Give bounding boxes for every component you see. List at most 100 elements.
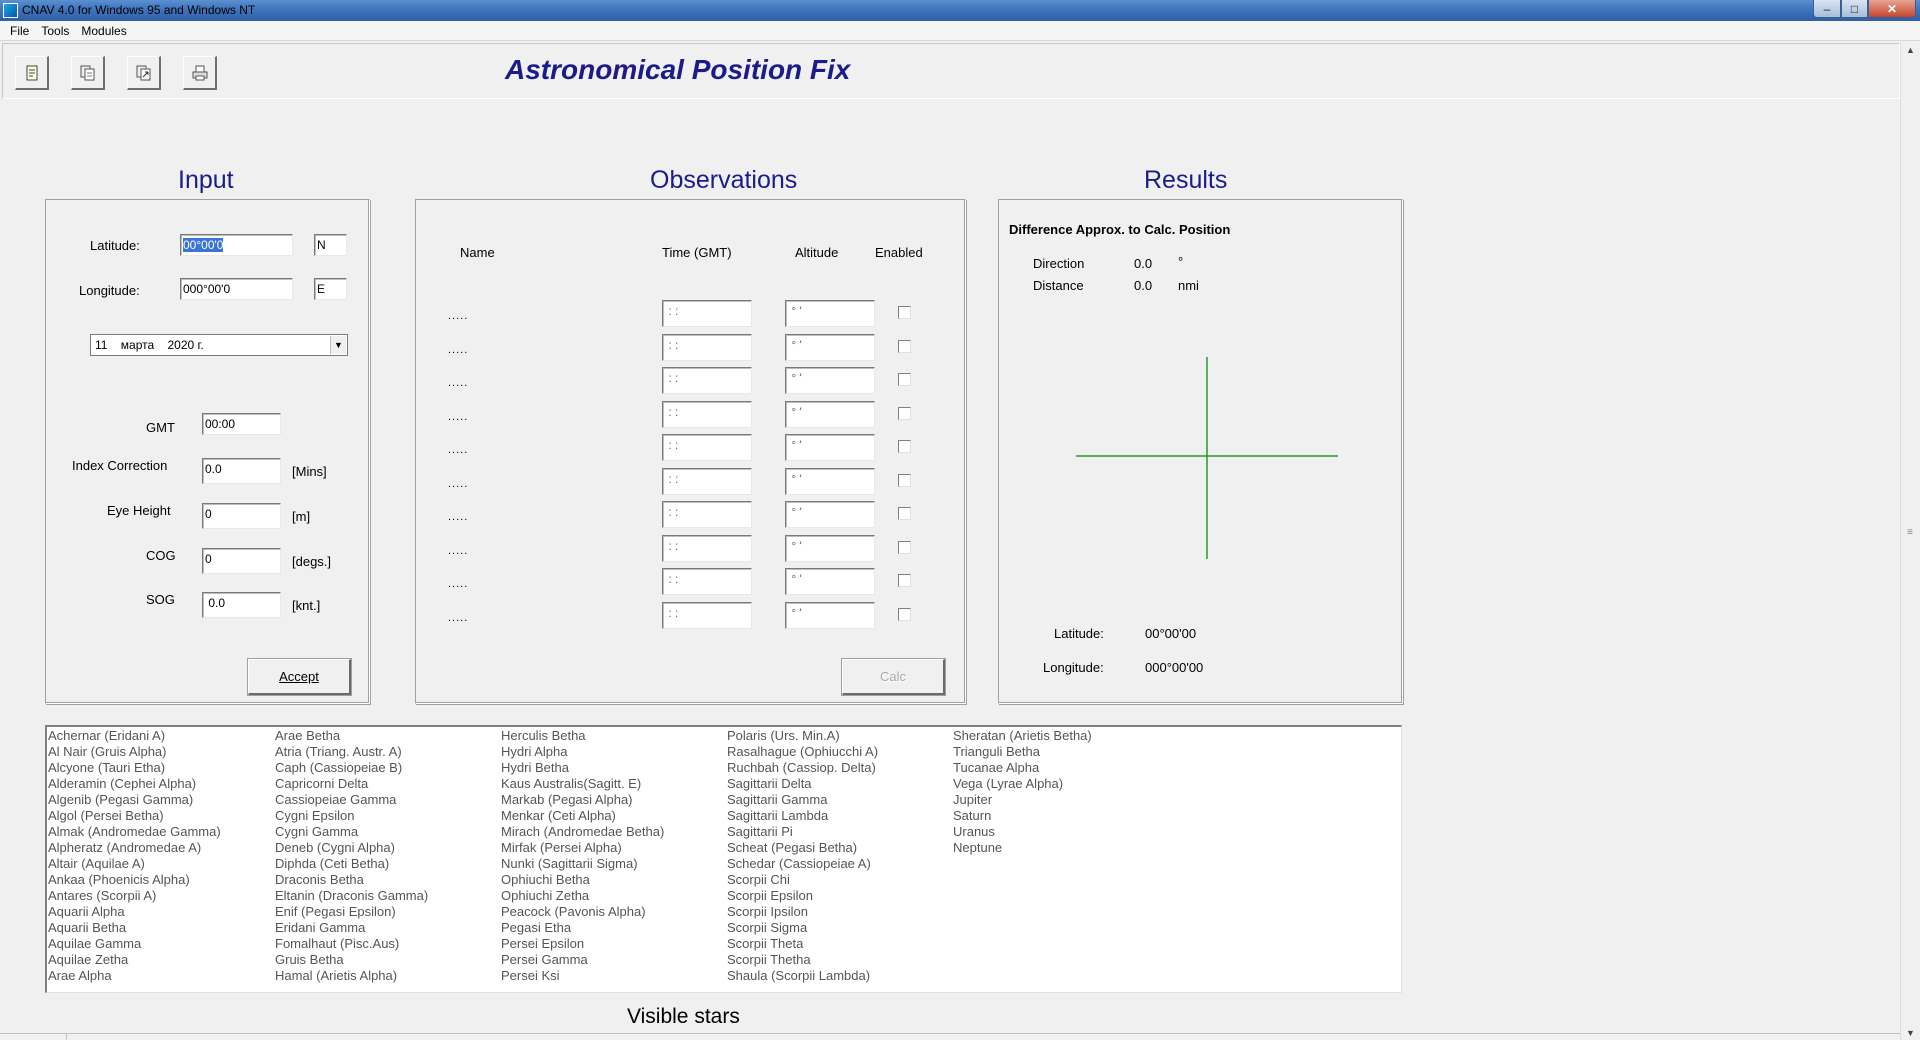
- star-list-item[interactable]: Trianguli Betha: [953, 744, 1092, 760]
- longitude-input[interactable]: 000°00'0: [180, 278, 293, 300]
- star-list-item[interactable]: Persei Ksi: [501, 968, 664, 984]
- observation-time-input[interactable]: : :: [662, 534, 752, 562]
- star-list-item[interactable]: Aquarii Betha: [48, 920, 221, 936]
- star-list-item[interactable]: Arae Alpha: [48, 968, 221, 984]
- star-list-item[interactable]: Cygni Epsilon: [275, 808, 428, 824]
- observation-time-input[interactable]: : :: [662, 434, 752, 461]
- observation-time-input[interactable]: : :: [662, 568, 752, 595]
- star-list-item[interactable]: Sagittarii Lambda: [727, 808, 878, 824]
- observation-enabled-checkbox[interactable]: [898, 373, 911, 386]
- star-list-item[interactable]: Diphda (Ceti Betha): [275, 856, 428, 872]
- star-list-item[interactable]: Scorpii Theta: [727, 936, 878, 952]
- print-button[interactable]: [183, 56, 217, 90]
- observation-altitude-input[interactable]: ° ': [785, 300, 875, 327]
- star-list-item[interactable]: Eridani Gamma: [275, 920, 428, 936]
- calc-button[interactable]: Calc: [842, 659, 945, 695]
- observation-enabled-checkbox[interactable]: [898, 507, 911, 520]
- star-list-item[interactable]: Enif (Pegasi Epsilon): [275, 904, 428, 920]
- observation-altitude-input[interactable]: ° ': [785, 333, 875, 361]
- star-list-item[interactable]: Aquilae Gamma: [48, 936, 221, 952]
- star-list-item[interactable]: Ophiuchi Zetha: [501, 888, 664, 904]
- star-list-item[interactable]: Sagittarii Pi: [727, 824, 878, 840]
- observation-altitude-input[interactable]: ° ': [785, 400, 875, 428]
- star-list-item[interactable]: Nunki (Sagittarii Sigma): [501, 856, 664, 872]
- star-list-item[interactable]: Eltanin (Draconis Gamma): [275, 888, 428, 904]
- star-list-item[interactable]: Draconis Betha: [275, 872, 428, 888]
- star-list-item[interactable]: Gruis Betha: [275, 952, 428, 968]
- export-doc-button[interactable]: [127, 56, 161, 90]
- menu-file[interactable]: File: [4, 24, 35, 38]
- chevron-down-icon[interactable]: ▼: [330, 336, 346, 354]
- observation-enabled-checkbox[interactable]: [898, 473, 911, 487]
- observation-enabled-checkbox[interactable]: [898, 540, 911, 554]
- star-list-item[interactable]: Schedar (Cassiopeiae A): [727, 856, 878, 872]
- star-list-item[interactable]: Alderamin (Cephei Alpha): [48, 776, 221, 792]
- star-list-item[interactable]: Peacock (Pavonis Alpha): [501, 904, 664, 920]
- star-list-item[interactable]: Scorpii Sigma: [727, 920, 878, 936]
- date-picker[interactable]: 11 марта 2020 г. ▼: [90, 334, 348, 356]
- star-list-item[interactable]: Persei Epsilon: [501, 936, 664, 952]
- eye-height-input[interactable]: 0: [202, 503, 281, 529]
- star-list-item[interactable]: Hydri Betha: [501, 760, 664, 776]
- observation-enabled-checkbox[interactable]: [898, 440, 911, 453]
- observation-altitude-input[interactable]: ° ': [785, 367, 875, 394]
- observation-time-input[interactable]: : :: [662, 467, 752, 495]
- star-list-item[interactable]: Jupiter: [953, 792, 1092, 808]
- latitude-input[interactable]: 00°00'0: [180, 234, 293, 256]
- star-list-item[interactable]: Tucanae Alpha: [953, 760, 1092, 776]
- observation-enabled-checkbox[interactable]: [898, 339, 911, 353]
- star-list-item[interactable]: Hydri Alpha: [501, 744, 664, 760]
- observation-altitude-input[interactable]: ° ': [785, 467, 875, 495]
- observation-altitude-input[interactable]: ° ': [785, 534, 875, 562]
- star-list-item[interactable]: Markab (Pegasi Alpha): [501, 792, 664, 808]
- minimize-button[interactable]: –: [1813, 0, 1841, 18]
- star-list-item[interactable]: Deneb (Cygni Alpha): [275, 840, 428, 856]
- star-list-item[interactable]: Aquilae Zetha: [48, 952, 221, 968]
- scroll-down-icon[interactable]: ▼: [1906, 1028, 1915, 1038]
- gmt-input[interactable]: 00:00: [202, 413, 281, 435]
- observation-altitude-input[interactable]: ° ': [785, 568, 875, 595]
- accept-button[interactable]: Accept: [248, 659, 351, 695]
- latitude-hemisphere-input[interactable]: N: [314, 234, 347, 256]
- star-list-item[interactable]: Sagittarii Gamma: [727, 792, 878, 808]
- star-list-item[interactable]: Sheratan (Arietis Betha): [953, 728, 1092, 744]
- observation-altitude-input[interactable]: ° ': [785, 601, 875, 629]
- star-list-item[interactable]: Aquarii Alpha: [48, 904, 221, 920]
- observation-time-input[interactable]: : :: [662, 400, 752, 428]
- maximize-button[interactable]: □: [1841, 0, 1868, 18]
- visible-stars-list[interactable]: Achernar (Eridani A) Al Nair (Gruis Alpha…: [45, 725, 1402, 993]
- observation-altitude-input[interactable]: ° ': [785, 501, 875, 528]
- new-doc-button[interactable]: [15, 56, 49, 90]
- star-list-item[interactable]: Alpheratz (Andromedae A): [48, 840, 221, 856]
- star-list-item[interactable]: Pegasi Etha: [501, 920, 664, 936]
- observation-enabled-checkbox[interactable]: [898, 306, 911, 319]
- star-list-item[interactable]: Scorpii Epsilon: [727, 888, 878, 904]
- star-list-item[interactable]: Cygni Gamma: [275, 824, 428, 840]
- star-list-item[interactable]: Mirach (Andromedae Betha): [501, 824, 664, 840]
- index-correction-input[interactable]: 0.0: [202, 458, 281, 484]
- star-list-item[interactable]: Almak (Andromedae Gamma): [48, 824, 221, 840]
- star-list-item[interactable]: Algol (Persei Betha): [48, 808, 221, 824]
- close-button[interactable]: ✕: [1868, 0, 1916, 18]
- star-list-item[interactable]: Menkar (Ceti Alpha): [501, 808, 664, 824]
- star-list-item[interactable]: Sagittarii Delta: [727, 776, 878, 792]
- star-list-item[interactable]: Vega (Lyrae Alpha): [953, 776, 1092, 792]
- star-list-item[interactable]: Altair (Aquilae A): [48, 856, 221, 872]
- star-list-item[interactable]: Herculis Betha: [501, 728, 664, 744]
- vertical-scrollbar[interactable]: ▲ ≡ ▼: [1900, 43, 1920, 1040]
- star-list-item[interactable]: Atria (Triang. Austr. A): [275, 744, 428, 760]
- star-list-item[interactable]: Scorpii Chi: [727, 872, 878, 888]
- observation-time-input[interactable]: : :: [662, 367, 752, 394]
- star-list-item[interactable]: Capricorni Delta: [275, 776, 428, 792]
- star-list-item[interactable]: Polaris (Urs. Min.A): [727, 728, 878, 744]
- star-list-item[interactable]: Fomalhaut (Pisc.Aus): [275, 936, 428, 952]
- cog-input[interactable]: 0: [202, 548, 281, 574]
- star-list-item[interactable]: Scheat (Pegasi Betha): [727, 840, 878, 856]
- star-list-item[interactable]: Persei Gamma: [501, 952, 664, 968]
- observation-enabled-checkbox[interactable]: [898, 406, 911, 420]
- star-list-item[interactable]: Arae Betha: [275, 728, 428, 744]
- observation-time-input[interactable]: : :: [662, 333, 752, 361]
- menu-tools[interactable]: Tools: [35, 24, 75, 38]
- star-list-item[interactable]: Saturn: [953, 808, 1092, 824]
- star-list-item[interactable]: Cassiopeiae Gamma: [275, 792, 428, 808]
